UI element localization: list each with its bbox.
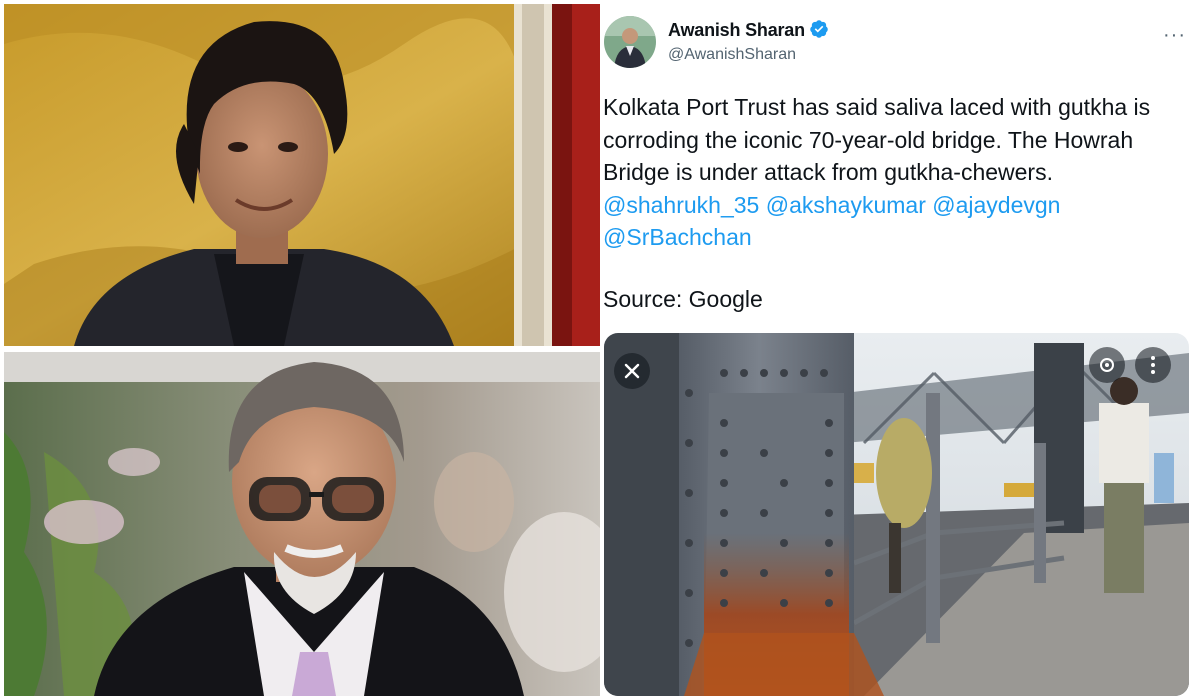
gallery-icon[interactable] xyxy=(1089,347,1125,383)
more-vertical-icon[interactable] xyxy=(1135,347,1171,383)
user-info: Awanish Sharan @AwanishSharan xyxy=(668,19,829,64)
avatar[interactable] xyxy=(604,16,656,68)
mention-link[interactable]: @ajaydevgn xyxy=(932,192,1060,218)
display-name[interactable]: Awanish Sharan xyxy=(668,20,805,41)
verified-badge-icon xyxy=(810,20,828,38)
mention-link[interactable]: @akshaykumar xyxy=(766,192,926,218)
portrait-photo-top xyxy=(4,4,600,346)
tweet-text: Kolkata Port Trust has said saliva laced… xyxy=(603,91,1188,254)
mention-link[interactable]: @SrBachchan xyxy=(603,224,752,250)
tweet-media-photo[interactable] xyxy=(604,333,1189,696)
tweet-body: Kolkata Port Trust has said saliva laced… xyxy=(603,94,1151,185)
more-horizontal-icon[interactable]: ··· xyxy=(1163,24,1186,47)
tweet-card: Awanish Sharan @AwanishSharan ··· Kolkat… xyxy=(600,0,1200,700)
close-icon[interactable] xyxy=(614,353,650,389)
source-text: Source: Google xyxy=(603,286,763,312)
portrait-photo-bottom xyxy=(4,352,600,696)
user-handle[interactable]: @AwanishSharan xyxy=(668,46,829,64)
mention-link[interactable]: @shahrukh_35 xyxy=(603,192,759,218)
